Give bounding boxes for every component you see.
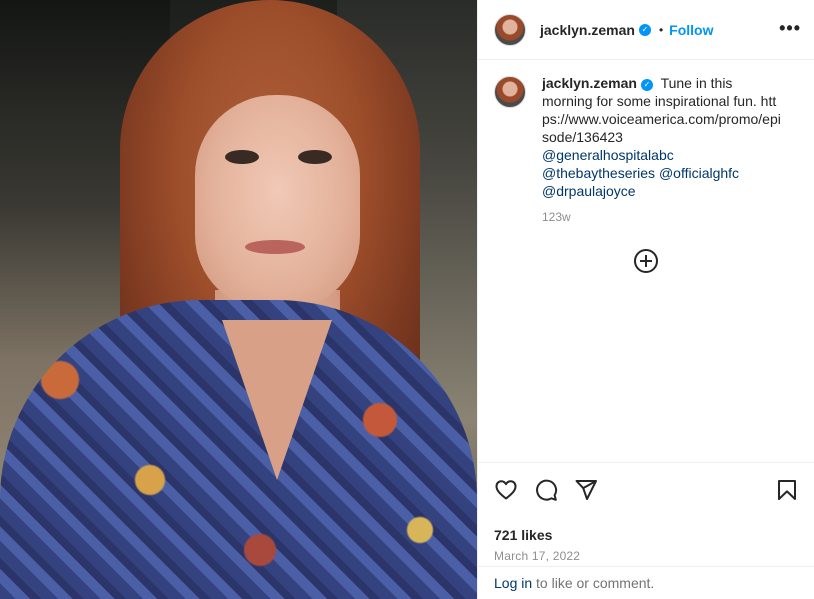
photo-neckline <box>222 320 332 480</box>
action-icons <box>494 477 799 503</box>
bookmark-icon[interactable] <box>775 478 799 502</box>
photo-eye-left <box>225 150 259 164</box>
mention-link[interactable]: @drpaulajoyce <box>542 183 636 199</box>
header-username[interactable]: jacklyn.zeman <box>540 22 635 38</box>
mention-link[interactable]: @officialghfc <box>659 165 739 181</box>
post-caption: jacklyn.zeman ✓ Tune in this morning for … <box>494 74 799 226</box>
caption-body: jacklyn.zeman ✓ Tune in this morning for … <box>542 74 784 226</box>
verified-badge-icon: ✓ <box>638 23 651 36</box>
caption-avatar[interactable] <box>494 76 526 108</box>
post-actions: 721 likes March 17, 2022 <box>478 462 814 563</box>
header-separator: • <box>658 22 664 37</box>
photo-eye-right <box>298 150 332 164</box>
load-more-comments-icon[interactable] <box>634 249 658 273</box>
comment-icon[interactable] <box>534 478 558 502</box>
share-icon[interactable] <box>574 478 598 502</box>
login-prompt: Log in to like or comment. <box>478 566 814 599</box>
instagram-post: jacklyn.zeman ✓ • Follow ••• jacklyn.zem… <box>0 0 814 599</box>
post-date[interactable]: March 17, 2022 <box>494 549 799 563</box>
login-link[interactable]: Log in <box>494 575 532 591</box>
caption-username[interactable]: jacklyn.zeman <box>542 75 637 91</box>
likes-count[interactable]: 721 likes <box>494 527 799 543</box>
photo-lips <box>245 240 305 254</box>
post-header: jacklyn.zeman ✓ • Follow ••• <box>478 0 814 60</box>
post-photo[interactable] <box>0 0 477 599</box>
mention-link[interactable]: @generalhospitalabc <box>542 147 674 163</box>
mention-link[interactable]: @thebaytheseries <box>542 165 655 181</box>
avatar[interactable] <box>494 13 526 46</box>
login-suffix: to like or comment. <box>532 575 655 591</box>
more-options-icon[interactable]: ••• <box>779 18 801 39</box>
heart-icon[interactable] <box>494 478 518 502</box>
follow-button[interactable]: Follow <box>669 22 713 38</box>
post-side-panel: jacklyn.zeman ✓ • Follow ••• jacklyn.zem… <box>477 0 814 599</box>
post-timestamp[interactable]: 123w <box>542 208 784 226</box>
verified-badge-icon: ✓ <box>640 79 653 91</box>
photo-face <box>195 95 360 310</box>
